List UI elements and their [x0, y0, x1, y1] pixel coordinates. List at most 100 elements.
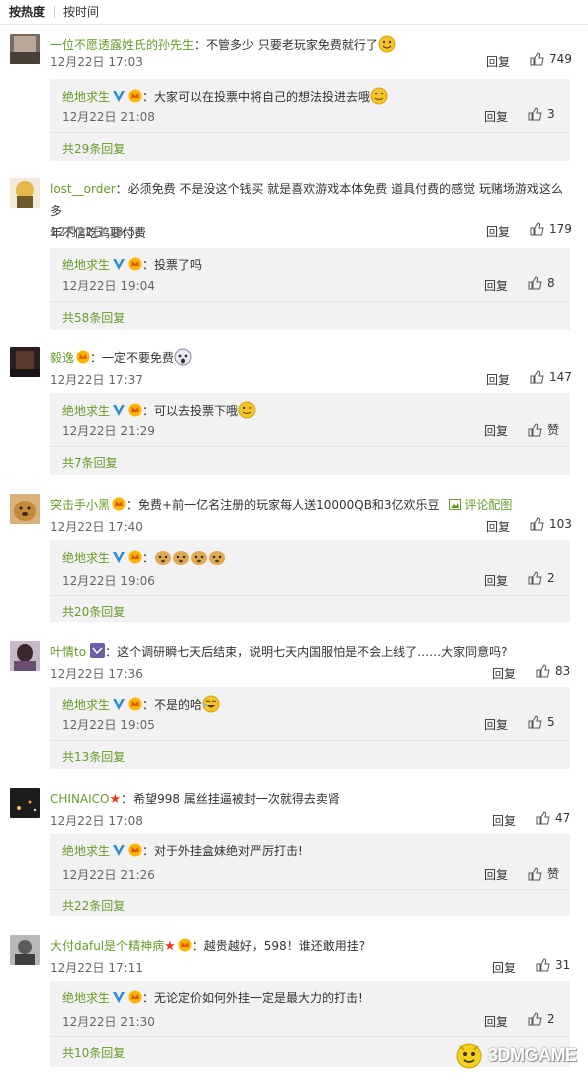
reply-text: 绝地求生 ：大家可以在投票中将自己的想法投进去哦 [62, 87, 388, 106]
reply-button[interactable]: 回复 [492, 959, 516, 976]
scream-emoji-icon [174, 348, 192, 366]
more-replies-link[interactable]: 共58条回复 [62, 309, 125, 326]
reply-button[interactable]: 回复 [486, 53, 510, 70]
doge-emoji-group [154, 551, 226, 565]
verified-v-icon [112, 89, 126, 103]
reply-button[interactable]: 回复 [486, 223, 510, 240]
divider [50, 446, 570, 447]
more-replies-link[interactable]: 共20条回复 [62, 603, 125, 620]
reply-box: 绝地求生 ： 12月22日 19:06 回复 2 共20条回复 [50, 540, 570, 622]
reply-button[interactable]: 回复 [484, 866, 508, 883]
like-count: 2 [547, 571, 555, 585]
official-username-link[interactable]: 绝地求生 [62, 258, 110, 272]
reply-time: 12月22日 19:06 [62, 574, 155, 588]
official-username-link[interactable]: 绝地求生 [62, 404, 110, 418]
comment-text: 大付daful是个精神病★ ：越贵越好，598！谁还敢用挂? [50, 935, 570, 958]
like-count: 5 [547, 715, 555, 729]
reply-button[interactable]: 回复 [486, 518, 510, 535]
avatar[interactable] [10, 347, 40, 377]
like-button[interactable]: 3 [528, 107, 555, 121]
member-crown-icon [128, 550, 142, 564]
comment-text: CHINAICO★：希望998 属丝挂逼被封一次就得去卖肾 [50, 788, 570, 811]
official-username-link[interactable]: 绝地求生 [62, 90, 110, 104]
like-button[interactable]: 赞 [528, 421, 559, 438]
thumbs-up-icon [528, 276, 542, 290]
doge-emoji-icon [154, 548, 172, 566]
reply-button[interactable]: 回复 [484, 572, 508, 589]
official-username-link[interactable]: 绝地求生 [62, 698, 110, 712]
thumbs-up-icon [536, 664, 550, 678]
more-replies-link[interactable]: 共22条回复 [62, 897, 125, 914]
more-replies-link[interactable]: 共10条回复 [62, 1044, 125, 1061]
official-username-link[interactable]: 绝地求生 [62, 991, 110, 1005]
comment-time: 12月22日 17:11 [50, 961, 143, 975]
like-button[interactable]: 83 [536, 664, 570, 678]
like-button[interactable]: 5 [528, 715, 555, 729]
reply-button[interactable]: 回复 [484, 277, 508, 294]
like-count: 赞 [547, 423, 560, 437]
reply-button[interactable]: 回复 [484, 422, 508, 439]
like-button[interactable]: 103 [530, 517, 572, 531]
like-button[interactable]: 2 [528, 1012, 555, 1026]
star-icon: ★ [164, 939, 176, 954]
comment-body: ：这个调研瞬七天后结束，说明七天内国服怕是不会上线了……大家同意吗? [105, 645, 508, 659]
like-button[interactable]: 31 [536, 958, 570, 972]
comment-body: ：不管多少 只要老玩家免费就行了 [194, 38, 378, 52]
reply-time: 12月22日 19:05 [62, 718, 155, 732]
smile-emoji-icon [370, 87, 388, 105]
official-username-link[interactable]: 绝地求生 [62, 551, 110, 565]
like-button[interactable]: 赞 [528, 865, 559, 882]
reply-button[interactable]: 回复 [492, 812, 516, 829]
username-link[interactable]: 毅逸 [50, 351, 74, 365]
reply-text: 绝地求生 ： [62, 548, 226, 567]
reply-button[interactable]: 回复 [484, 1013, 508, 1030]
image-icon [449, 499, 462, 510]
like-button[interactable]: 8 [528, 276, 555, 290]
comment-text: 毅逸 ：一定不要免费 [50, 347, 570, 369]
username-link[interactable]: lost__order [50, 182, 116, 196]
like-button[interactable]: 749 [530, 52, 572, 66]
comment-text: 叶情to ：这个调研瞬七天后结束，说明七天内国服怕是不会上线了……大家同意吗? [50, 641, 570, 663]
username-link[interactable]: 叶情to [50, 645, 86, 659]
avatar[interactable] [10, 641, 40, 671]
username-link[interactable]: 一位不愿透露姓氏的孙先生 [50, 38, 194, 52]
more-replies-link[interactable]: 共29条回复 [62, 140, 125, 157]
like-button[interactable]: 147 [530, 370, 572, 384]
like-button[interactable]: 47 [536, 811, 570, 825]
verified-v-icon [112, 257, 126, 271]
comment-text: 突击手小黑 ：免费+前一亿名注册的玩家每人送10000QB和3亿欢乐豆 评论配图 [50, 494, 570, 516]
avatar[interactable] [10, 494, 40, 524]
sort-by-time-tab[interactable]: 按时间 [63, 0, 99, 24]
thumbs-up-icon [528, 1012, 542, 1026]
verified-v-icon [112, 843, 126, 857]
reply-button[interactable]: 回复 [484, 108, 508, 125]
comment-image-link[interactable]: 评论配图 [443, 498, 512, 512]
avatar[interactable] [10, 178, 40, 208]
comment-body: ：希望998 属丝挂逼被封一次就得去卖肾 [121, 792, 340, 806]
avatar[interactable] [10, 935, 40, 965]
official-username-link[interactable]: 绝地求生 [62, 844, 110, 858]
reply-button[interactable]: 回复 [484, 716, 508, 733]
verified-v-icon [112, 403, 126, 417]
divider [50, 132, 570, 133]
thumbs-up-icon [528, 422, 542, 436]
reply-button[interactable]: 回复 [486, 371, 510, 388]
sort-by-hot-tab[interactable]: 按热度 [9, 0, 45, 24]
sort-divider [54, 6, 56, 18]
like-button[interactable]: 2 [528, 571, 555, 585]
member-crown-icon [128, 697, 142, 711]
like-button[interactable]: 179 [530, 222, 572, 236]
more-replies-link[interactable]: 共7条回复 [62, 454, 118, 471]
username-link[interactable]: CHINAICO [50, 792, 110, 806]
thumbs-up-icon [530, 222, 544, 236]
avatar[interactable] [10, 34, 40, 64]
reply-body: ：投票了吗 [142, 258, 203, 272]
reply-button[interactable]: 回复 [492, 665, 516, 682]
member-crown-icon [112, 496, 126, 511]
username-link[interactable]: 突击手小黑 [50, 498, 110, 512]
username-link[interactable]: 大付daful是个精神病 [50, 939, 164, 953]
avatar[interactable] [10, 788, 40, 818]
thumbs-up-icon [528, 571, 542, 585]
more-replies-link[interactable]: 共13条回复 [62, 748, 125, 765]
divider [50, 889, 570, 890]
